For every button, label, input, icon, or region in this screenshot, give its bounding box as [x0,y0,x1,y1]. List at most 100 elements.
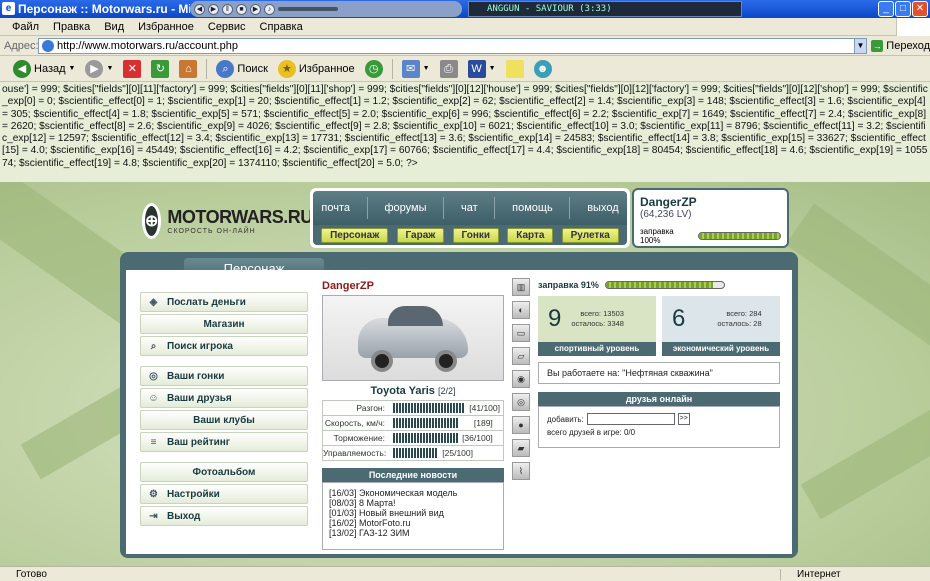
exhaust-icon[interactable]: ▭ [512,324,530,342]
nav-chat[interactable]: чат [461,202,478,214]
nav-character-button[interactable]: Персонаж [321,227,389,243]
go-button[interactable]: → Переход [867,39,930,52]
add-friend-label: добавить: [547,414,584,424]
rating-icon: ≡ [150,437,157,448]
rim-icon[interactable]: ◎ [512,393,530,411]
stat-label: Скорость, км/ч: [324,418,385,428]
back-button[interactable]: ◀ Назад ▼ [10,58,78,80]
nav-divider [569,197,571,219]
history-button[interactable]: ◷ [362,58,386,80]
menu-your-rating[interactable]: ≡ Ваш рейтинг [140,432,308,452]
minimize-button[interactable]: _ [878,1,894,17]
nav-garage-button[interactable]: Гараж [396,227,445,243]
print-button[interactable]: ⎙ [437,58,461,80]
menu-settings[interactable]: ⚙ Настройки [140,484,308,504]
menu-tools[interactable]: Сервис [208,21,246,33]
car-image[interactable] [322,295,504,381]
mute-icon[interactable]: ♪ [264,3,275,15]
body-icon[interactable]: ▱ [512,347,530,365]
notes-button[interactable] [503,58,527,80]
next-icon[interactable]: ▶ [250,3,261,15]
menu-favorites[interactable]: Избранное [138,21,194,33]
menu-send-money[interactable]: ◈ Послать деньги [140,292,308,312]
gearbox-icon[interactable]: ◐ [512,301,530,319]
search-button[interactable]: ⌕ Поиск [213,58,270,80]
stop-button[interactable]: ✕ [120,58,144,80]
nav-map-button[interactable]: Карта [507,227,554,243]
address-dropdown[interactable]: ▼ [853,37,868,54]
nav-divider [366,197,368,219]
favorites-button[interactable]: ★ Избранное [275,58,358,80]
econ-level-card: 6 всего: 284 осталось: 28 экономический … [662,296,780,356]
sliders-icon: ⚙ [149,489,158,500]
nav-races-button[interactable]: Гонки [452,227,500,243]
prev-icon[interactable]: ◀ [194,3,205,15]
nav-exit[interactable]: выход [587,202,618,214]
refresh-icon: ↻ [151,59,170,78]
stat-value: [41/100] [469,403,500,413]
menu-file[interactable]: Файл [12,21,39,33]
add-friend-input[interactable] [586,413,675,425]
nav-help[interactable]: помощь [512,202,553,214]
news-item[interactable]: [08/03] 8 Марта! [329,498,497,508]
refresh-button[interactable]: ↻ [148,58,172,80]
stat-label: Разгон: [356,403,385,413]
menu-photo-album[interactable]: Фотоальбом [140,462,308,482]
address-input[interactable]: http://www.motorwars.ru/account.php [38,37,855,54]
mail-button[interactable]: ✉ ▼ [399,58,433,80]
menu-edit[interactable]: Правка [53,21,90,33]
site-logo[interactable]: ⊕ MOTORWARS.RU СКОРОСТЬ ОН-ЛАЙН [142,196,313,246]
menu-your-races[interactable]: ◎ Ваши гонки [140,366,308,386]
nav-mail[interactable]: почта [321,202,350,214]
engine-icon[interactable]: ▥ [512,278,530,296]
printer-icon: ⎙ [439,59,458,78]
nav-roulette-button[interactable]: Рулетка [561,227,619,243]
fuel-row: заправка 91% [538,280,780,290]
play-icon[interactable]: ▶ [208,3,219,15]
stat-row: Торможение: [36/100] [322,430,504,446]
menu-help[interactable]: Справка [260,21,303,33]
menu-label: Ваш рейтинг [167,436,230,448]
volume-slider[interactable] [278,7,338,11]
back-dropdown-icon[interactable]: ▼ [69,65,76,72]
home-icon: ⌂ [179,59,198,78]
menu-find-player[interactable]: ⌕ Поиск игрока [140,336,308,356]
stat-row: Управляемость: [25/100] [322,445,504,461]
zone-text: Интернет [780,568,930,580]
address-label: Адрес: [4,39,39,52]
menu-your-clubs[interactable]: Ваши клубы [140,410,308,430]
news-item[interactable]: [13/02] ГАЗ-12 ЗИМ [329,528,497,538]
forward-button[interactable]: ▶ ▼ [82,58,116,80]
menu-shop[interactable]: Магазин [140,314,308,334]
search-icon: ⌕ [216,59,235,78]
home-button[interactable]: ⌂ [176,58,200,80]
add-friend-button[interactable]: >> [677,413,690,425]
news-item[interactable]: [16/03] Экономическая модель [329,488,497,498]
logo-text: MOTORWARS.RU [167,207,313,227]
address-url: http://www.motorwars.ru/account.php [57,39,238,52]
close-button[interactable]: ✕ [912,1,928,17]
stop-icon[interactable]: ■ [236,3,247,15]
user-fuel: заправка 100% [640,227,781,245]
news-item[interactable]: [16/02] MotorFoto.ru [329,518,497,528]
mail-dropdown-icon[interactable]: ▼ [423,65,430,72]
forward-dropdown-icon[interactable]: ▼ [106,65,113,72]
nav-forums[interactable]: форумы [384,202,426,214]
address-bar: Адрес: http://www.motorwars.ru/account.p… [0,36,930,56]
pause-icon[interactable]: ‖ [222,3,233,15]
edit-dropdown-icon[interactable]: ▼ [489,65,496,72]
edit-button[interactable]: W ▼ [465,58,499,80]
sport-left: 3348 [607,319,624,328]
menu-view[interactable]: Вид [104,21,124,33]
nitro-icon[interactable]: ▰ [512,439,530,457]
tire-icon[interactable]: ● [512,416,530,434]
maximize-button[interactable]: □ [895,1,911,17]
menu-your-friends[interactable]: ☺ Ваши друзья [140,388,308,408]
brake-disc-icon[interactable]: ◉ [512,370,530,388]
menu-logout[interactable]: ⇥ Выход [140,506,308,526]
messenger-button[interactable]: ☻ [531,58,555,80]
econ-total-row: всего: 284 [717,309,761,319]
news-item[interactable]: [01/03] Новый внешний вид [329,508,497,518]
suspension-icon[interactable]: ⌇ [512,462,530,480]
friends-box: добавить: >> всего друзей в игре: 0/0 [538,406,780,448]
